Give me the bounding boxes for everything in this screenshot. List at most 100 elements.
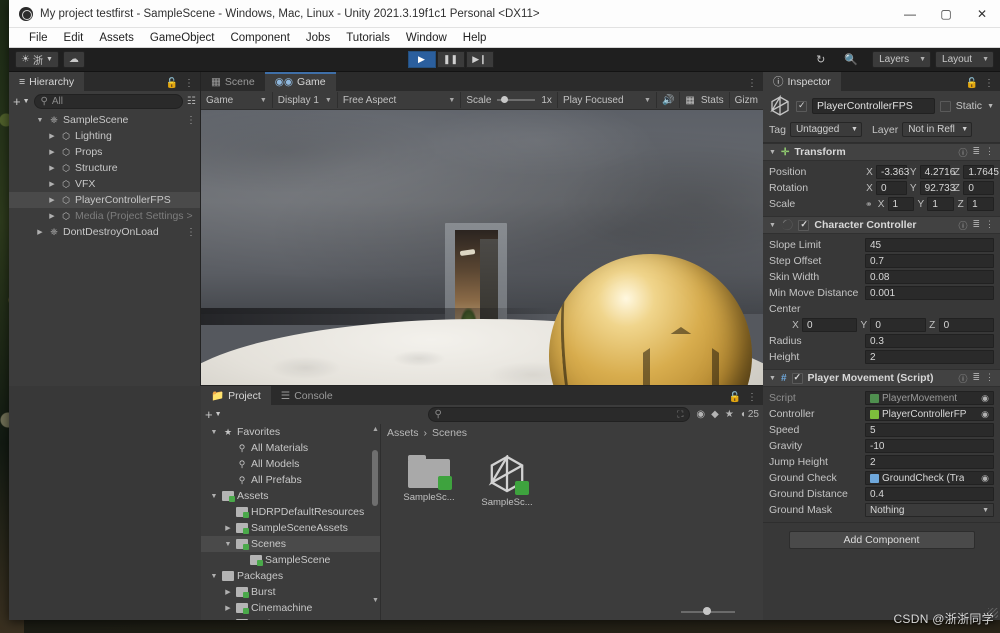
project-tree-item[interactable]: ▶ Cinemachine xyxy=(201,600,380,616)
layout-dropdown[interactable]: Layout ▼ xyxy=(935,51,995,68)
scroll-down-icon[interactable]: ▼ xyxy=(372,597,379,604)
cloud-button[interactable]: ☁ xyxy=(62,51,85,68)
project-tree[interactable]: ▼ ★ Favorites ⚲ All Materials ⚲ All Models ⚲ All… xyxy=(201,424,381,620)
component-enabled-checkbox[interactable] xyxy=(791,372,803,384)
filter-label-icon[interactable]: ◆ xyxy=(711,409,719,420)
hierarchy-item[interactable]: ▼ ❈ SampleScene ⋮ xyxy=(9,112,200,128)
preset-icon[interactable]: ≣ xyxy=(972,219,980,232)
asset-zoom-slider[interactable] xyxy=(681,607,735,615)
filter-favorite-icon[interactable]: ★ xyxy=(725,409,734,420)
disclosure-triangle-icon[interactable]: ▼ xyxy=(769,149,776,156)
project-tree-item[interactable]: ⚲ All Materials xyxy=(201,440,380,456)
project-tree-scrollbar[interactable]: ▲ ▼ xyxy=(372,426,379,604)
search-expand-icon[interactable]: ⛶ xyxy=(677,409,683,420)
lock-icon[interactable]: 🔓 xyxy=(166,78,178,89)
disclosure-triangle-icon[interactable]: ▼ xyxy=(209,493,219,500)
vector3-y-input[interactable]: 1 xyxy=(927,197,955,211)
tab-project[interactable]: 📁 Project xyxy=(201,386,271,405)
scrollbar-thumb[interactable] xyxy=(372,450,378,506)
property-input[interactable]: 45 xyxy=(865,238,994,252)
pause-button[interactable]: ❚❚ xyxy=(436,51,465,68)
project-tree-list[interactable]: ▼ ★ Favorites ⚲ All Materials ⚲ All Models ⚲ All… xyxy=(201,424,380,620)
object-reference-field[interactable]: PlayerMovement ◉ xyxy=(865,391,994,405)
vector3-z-input[interactable]: 1.7645 xyxy=(963,165,999,179)
vector3-z-input[interactable]: 0 xyxy=(938,318,994,332)
menu-jobs[interactable]: Jobs xyxy=(298,28,338,48)
project-tree-item[interactable]: ▶ SampleSceneAssets xyxy=(201,520,380,536)
add-component-button[interactable]: Add Component xyxy=(788,531,975,549)
property-input[interactable]: 0.08 xyxy=(865,270,994,284)
disclosure-triangle-icon[interactable]: ▶ xyxy=(47,148,57,156)
vector3-x-input[interactable]: 1 xyxy=(887,197,915,211)
more-options-icon[interactable]: ⋮ xyxy=(985,372,994,385)
hierarchy-tree[interactable]: ▼ ❈ SampleScene ⋮ ▶ ⬡ Lighting ▶ ⬡ Props ▶ ⬡ Structu… xyxy=(9,111,200,386)
gizmos-button[interactable]: Gizm xyxy=(730,92,763,108)
project-search-input[interactable]: ⚲ ⛶ xyxy=(427,407,691,422)
object-reference-field[interactable]: PlayerControllerFP ◉ xyxy=(865,407,994,421)
property-input[interactable]: 0.7 xyxy=(865,254,994,268)
hierarchy-item[interactable]: ▶ ⬡ Lighting xyxy=(9,128,200,144)
menu-window[interactable]: Window xyxy=(398,28,455,48)
asset-item-scene[interactable]: SampleSc... xyxy=(475,452,539,508)
object-picker-icon[interactable]: ◉ xyxy=(981,393,989,404)
vector3-x-input[interactable]: 0 xyxy=(802,318,858,332)
project-tree-item[interactable]: ▼ Scenes xyxy=(201,536,380,552)
project-tree-item[interactable]: ▶ Burst xyxy=(201,584,380,600)
vector3-z-input[interactable]: 0 xyxy=(963,181,995,195)
project-create-button[interactable]: + ▼ xyxy=(205,407,222,422)
property-input[interactable]: 2 xyxy=(865,350,994,364)
disclosure-triangle-icon[interactable]: ▶ xyxy=(47,180,57,188)
hierarchy-item[interactable]: ▶ ⬡ Structure xyxy=(9,160,200,176)
property-input[interactable]: 2 xyxy=(865,455,994,469)
component-enabled-checkbox[interactable] xyxy=(798,219,810,231)
disclosure-triangle-icon[interactable]: ▼ xyxy=(769,375,776,382)
account-button[interactable]: ☀ 浙 ▼ xyxy=(15,51,59,68)
disclosure-triangle-icon[interactable]: ▶ xyxy=(35,228,45,236)
project-tree-item[interactable]: SampleScene xyxy=(201,552,380,568)
asset-item-folder[interactable]: SampleSc... xyxy=(397,455,461,503)
hierarchy-item[interactable]: ▶ ⬡ Media (Project Settings > xyxy=(9,208,200,224)
object-reference-field[interactable]: GroundCheck (Tra ◉ xyxy=(865,471,994,485)
disclosure-triangle-icon[interactable]: ▼ xyxy=(769,222,776,229)
more-options-icon[interactable]: ⋮ xyxy=(747,392,757,403)
disclosure-triangle-icon[interactable]: ▼ xyxy=(209,573,219,580)
more-options-icon[interactable]: ⋮ xyxy=(985,146,994,159)
stats-button[interactable]: ▦ Stats xyxy=(680,92,730,108)
project-tree-item[interactable]: HDRPDefaultResources xyxy=(201,504,380,520)
game-render-viewport[interactable] xyxy=(201,110,763,385)
zoom-slider-knob[interactable] xyxy=(703,607,711,615)
more-options-icon[interactable]: ⋮ xyxy=(985,219,994,232)
more-options-icon[interactable]: ⋮ xyxy=(747,78,757,89)
scale-slider-track[interactable] xyxy=(497,96,536,103)
breadcrumb-scenes[interactable]: Scenes xyxy=(432,427,467,439)
layers-dropdown[interactable]: Layers ▼ xyxy=(872,51,932,68)
hierarchy-filter-icon[interactable]: ☷ xyxy=(187,96,196,107)
object-picker-icon[interactable]: ◉ xyxy=(981,409,989,420)
minimize-button[interactable]: — xyxy=(892,0,928,28)
disclosure-triangle-icon[interactable]: ▶ xyxy=(223,604,233,612)
preset-icon[interactable]: ≣ xyxy=(972,146,980,159)
property-input[interactable]: -10 xyxy=(865,439,994,453)
static-checkbox[interactable] xyxy=(939,100,951,112)
disclosure-triangle-icon[interactable]: ▶ xyxy=(47,164,57,172)
layer-dropdown[interactable]: Not in Refl ▼ xyxy=(902,122,973,137)
hierarchy-item[interactable]: ▶ ⬡ Props xyxy=(9,144,200,160)
menu-edit[interactable]: Edit xyxy=(56,28,92,48)
filter-type-icon[interactable]: ◉ xyxy=(696,409,705,420)
component-header[interactable]: ▼ ⚫ Character Controller ⓘ ≣ ⋮ xyxy=(763,216,1000,234)
history-icon[interactable]: ↻ xyxy=(816,53,840,66)
more-options-icon[interactable]: ⋮ xyxy=(186,115,196,126)
more-options-icon[interactable]: ⋮ xyxy=(186,227,196,238)
breadcrumb-assets[interactable]: Assets xyxy=(387,427,419,439)
help-icon[interactable]: ⓘ xyxy=(958,372,967,385)
scroll-up-icon[interactable]: ▲ xyxy=(372,426,379,433)
disclosure-triangle-icon[interactable]: ▼ xyxy=(223,541,233,548)
vector3-z-input[interactable]: 1 xyxy=(967,197,994,211)
disclosure-triangle-icon[interactable]: ▶ xyxy=(47,212,57,220)
property-input[interactable]: 0.4 xyxy=(865,487,994,501)
object-enabled-checkbox[interactable] xyxy=(796,100,807,112)
menu-tutorials[interactable]: Tutorials xyxy=(338,28,398,48)
component-header[interactable]: ▼ # Player Movement (Script) ⓘ ≣ ⋮ xyxy=(763,369,1000,387)
project-tree-item[interactable]: ▼ ★ Favorites xyxy=(201,424,380,440)
property-input[interactable]: 0.3 xyxy=(865,334,994,348)
